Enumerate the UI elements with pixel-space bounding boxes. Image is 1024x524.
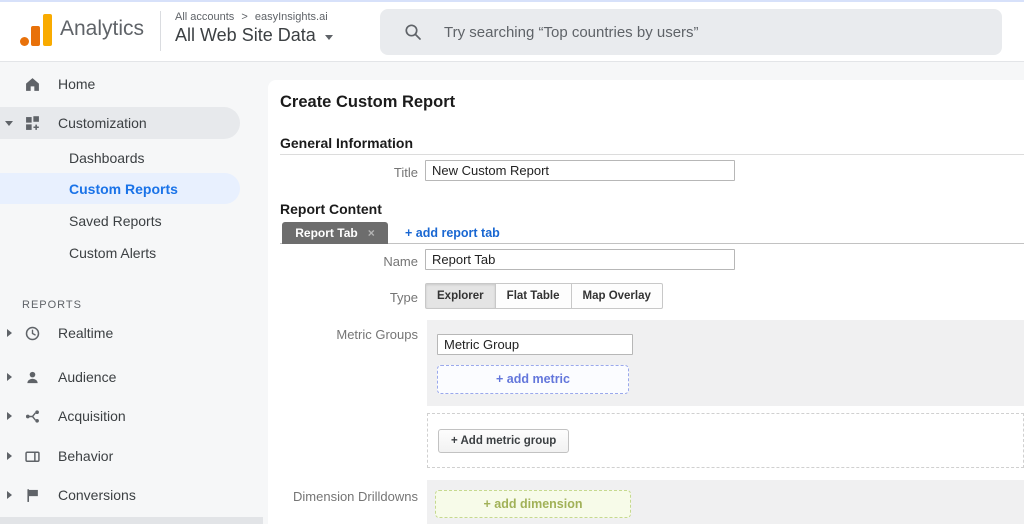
add-metric-button[interactable]: + add metric — [437, 365, 629, 394]
title-label: Title — [393, 165, 418, 180]
name-label: Name — [383, 254, 418, 269]
collapse-arrow-icon[interactable] — [0, 120, 18, 126]
type-option[interactable]: Map Overlay — [570, 283, 663, 309]
sidebar-bottom-strip — [0, 517, 263, 524]
add-dimension-button[interactable]: + add dimension — [435, 490, 631, 518]
reports-section-header: REPORTS — [22, 299, 82, 311]
top-accent-line — [0, 0, 1024, 2]
sidebar-item-conversions[interactable]: Conversions — [0, 479, 240, 511]
logo-dot — [20, 37, 29, 46]
sidebar-item-label: Custom Alerts — [69, 245, 157, 261]
dimension-drilldowns-panel: + add dimension — [427, 480, 1024, 524]
sidebar-item-acquisition[interactable]: Acquisition — [0, 400, 240, 432]
section-divider — [280, 154, 1024, 155]
metric-group-name-input[interactable] — [437, 334, 633, 355]
close-icon[interactable]: × — [368, 226, 375, 240]
sidebar-item-label: Saved Reports — [69, 213, 162, 229]
home-icon — [25, 77, 40, 92]
report-content-heading: Report Content — [280, 201, 382, 217]
report-type-group: Explorer Flat Table Map Overlay — [425, 283, 663, 309]
sidebar-item-label: Customization — [58, 115, 147, 131]
metric-group-panel: + add metric — [427, 320, 1024, 406]
sidebar-nav: Home Customization Dashboards Custom Rep… — [0, 62, 263, 524]
analytics-logo-icon[interactable] — [20, 12, 52, 46]
add-metric-group-button[interactable]: + Add metric group — [438, 429, 570, 453]
expand-arrow-icon[interactable] — [0, 373, 18, 381]
search-input[interactable] — [444, 23, 964, 41]
chevron-down-icon — [324, 34, 333, 40]
realtime-clock-icon — [25, 326, 40, 341]
conversions-flag-icon — [25, 488, 40, 503]
general-information-heading: General Information — [280, 135, 414, 151]
report-tab[interactable]: Report Tab × — [282, 222, 388, 244]
logo-bar-tall — [43, 14, 52, 46]
expand-arrow-icon[interactable] — [0, 329, 18, 337]
sidebar-item-label: Home — [58, 76, 96, 92]
sidebar-item-custom-alerts[interactable]: Custom Alerts — [0, 237, 240, 269]
property-selector[interactable]: All Web Site Data — [175, 25, 333, 46]
breadcrumb-property[interactable]: easyInsights.ai — [255, 11, 328, 23]
breadcrumb: All accounts > easyInsights.ai — [175, 11, 328, 23]
breadcrumb-account[interactable]: All accounts — [175, 11, 234, 23]
property-selector-label: All Web Site Data — [175, 25, 316, 45]
search-icon — [404, 23, 422, 41]
sidebar-item-realtime[interactable]: Realtime — [0, 317, 240, 349]
report-tab-label: Report Tab — [295, 226, 358, 240]
page-body: Home Customization Dashboards Custom Rep… — [0, 62, 1024, 524]
app-title: Analytics — [60, 17, 145, 40]
sidebar-item-customization[interactable]: Customization — [0, 107, 240, 139]
sidebar-item-custom-reports[interactable]: Custom Reports — [0, 173, 240, 204]
sidebar-item-label: Realtime — [58, 325, 114, 341]
audience-person-icon — [25, 370, 40, 385]
report-tab-name-input[interactable] — [425, 249, 735, 270]
breadcrumb-separator: > — [241, 11, 248, 23]
type-option[interactable]: Flat Table — [494, 283, 572, 309]
logo-bar-mid — [31, 26, 40, 46]
expand-arrow-icon[interactable] — [0, 412, 18, 420]
sidebar-item-behavior[interactable]: Behavior — [0, 440, 240, 472]
dimension-drilldowns-label: Dimension Drilldowns — [293, 489, 418, 504]
sidebar-item-label: Acquisition — [58, 408, 126, 424]
sidebar-item-label: Behavior — [58, 448, 114, 464]
header-divider — [160, 11, 161, 51]
sidebar-item-label: Audience — [58, 369, 117, 385]
sidebar-item-saved-reports[interactable]: Saved Reports — [0, 205, 240, 237]
add-report-tab-link[interactable]: + add report tab — [405, 226, 500, 240]
title-input[interactable] — [425, 160, 735, 181]
app-header: Analytics All accounts > easyInsights.ai… — [0, 0, 1024, 62]
metric-groups-label: Metric Groups — [336, 327, 418, 342]
sidebar-item-home[interactable]: Home — [0, 68, 240, 100]
acquisition-branch-icon — [25, 409, 40, 424]
page-title: Create Custom Report — [280, 93, 456, 111]
type-label: Type — [389, 290, 418, 305]
sidebar-item-label: Dashboards — [69, 150, 145, 166]
search-bar[interactable] — [380, 9, 1002, 55]
sidebar-item-label: Custom Reports — [69, 180, 178, 197]
behavior-layout-icon — [25, 449, 40, 464]
create-custom-report-panel: Create Custom Report General Information… — [268, 80, 1024, 524]
tabstrip-divider — [280, 243, 1024, 244]
analytics-app-window: Analytics All accounts > easyInsights.ai… — [0, 0, 1024, 524]
type-option[interactable]: Explorer — [425, 283, 496, 309]
sidebar-item-label: Conversions — [58, 487, 136, 503]
sidebar-item-audience[interactable]: Audience — [0, 361, 240, 393]
add-metric-group-dropzone: + Add metric group — [427, 413, 1024, 468]
expand-arrow-icon[interactable] — [0, 452, 18, 460]
expand-arrow-icon[interactable] — [0, 491, 18, 499]
customization-icon — [25, 115, 40, 131]
sidebar-item-dashboards[interactable]: Dashboards — [0, 142, 240, 174]
